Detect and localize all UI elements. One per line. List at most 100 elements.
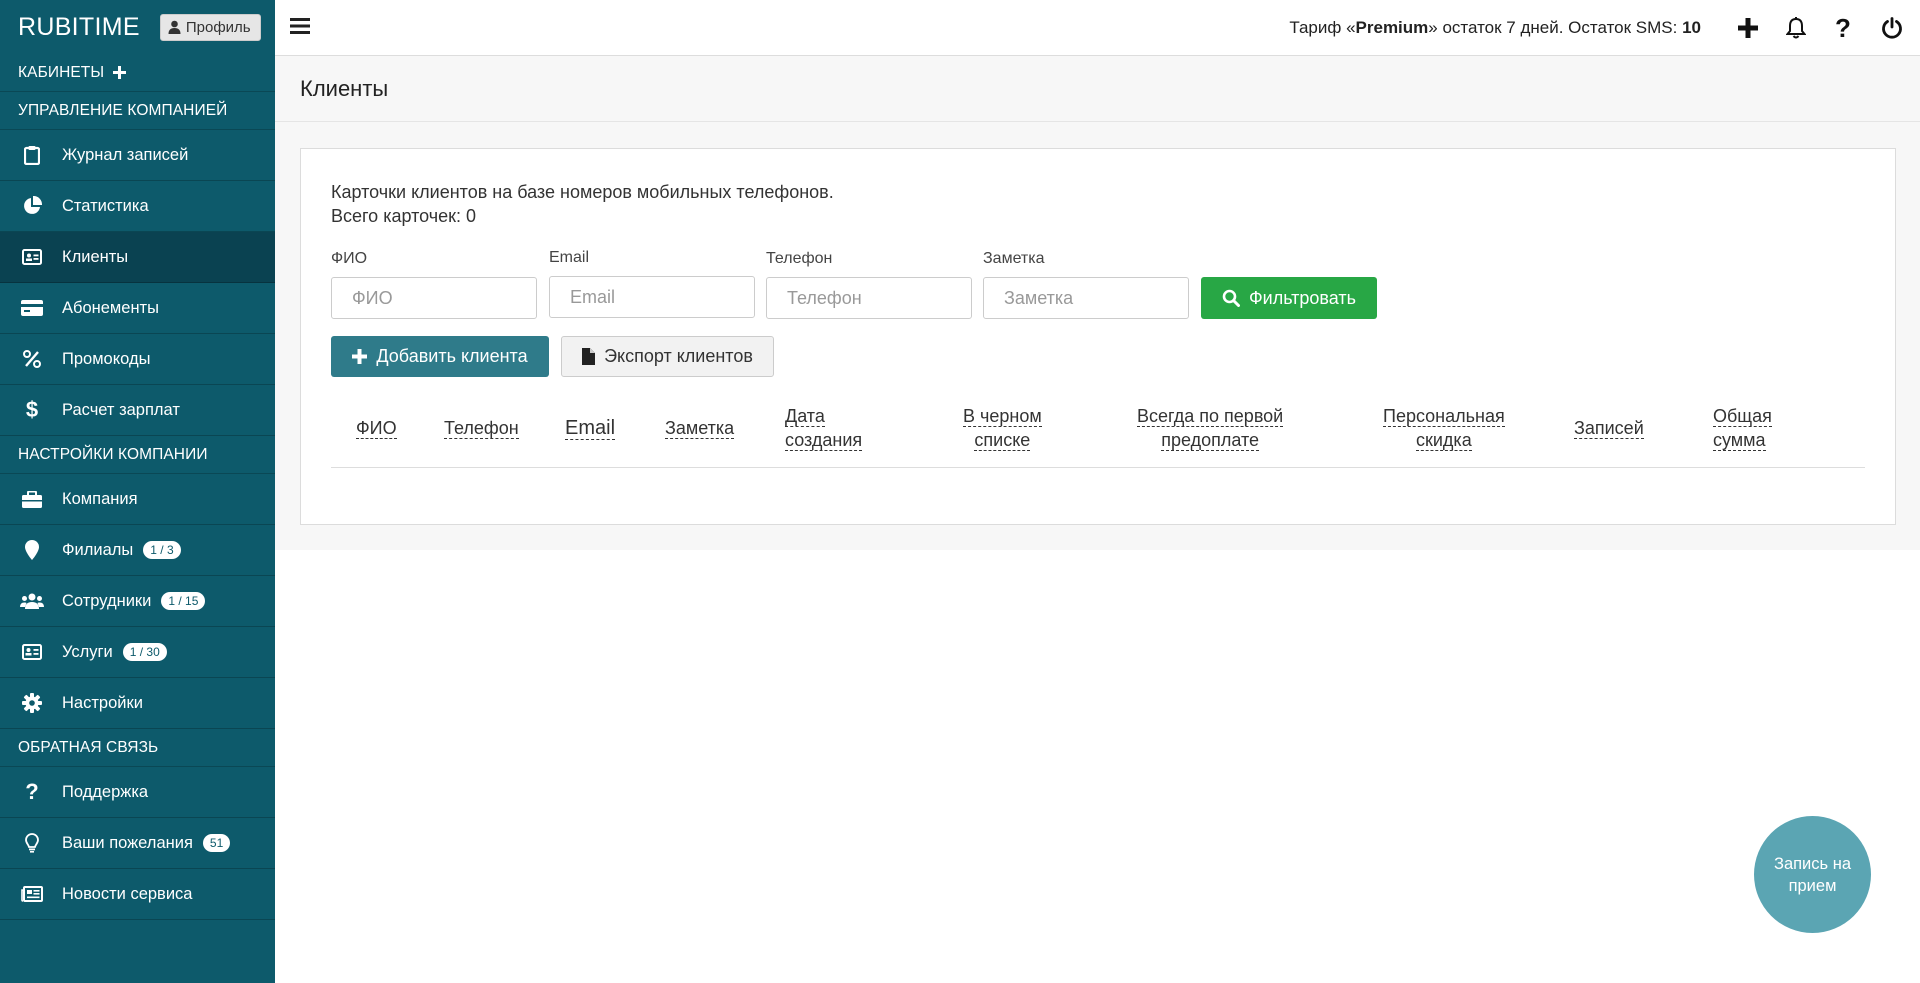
tariff-suffix: » остаток 7 дней. Остаток SMS: [1428,18,1683,37]
sidebar-item-label: Расчет зарплат [62,400,180,419]
services-count-badge: 1 / 30 [122,643,167,661]
section-feedback-label: ОБРАТНАЯ СВЯЗЬ [18,738,159,756]
page-title: Клиенты [300,76,389,101]
percent-icon [20,347,44,371]
note-input[interactable] [983,277,1189,319]
clients-description: Карточки клиентов на базе номеров мобиль… [331,180,834,228]
sidebar-item-support[interactable]: ? Поддержка [0,767,275,818]
column-header-created[interactable]: Дата создания [785,404,863,452]
new-appointment-button[interactable]: Запись на прием [1754,816,1871,933]
help-question-icon[interactable]: ? [1830,13,1856,43]
sidebar-item-company[interactable]: Компания [0,474,275,525]
sidebar-item-services[interactable]: Услуги 1 / 30 [0,627,275,678]
dollar-icon: $ [25,397,39,422]
sidebar-item-label: Компания [62,489,138,508]
sidebar-item-subscriptions[interactable]: Абонементы [0,283,275,334]
brand-logo[interactable]: RUBITIME [18,13,140,42]
sidebar-item-label: Ваши пожелания [62,833,193,852]
sidebar-item-label: Абонементы [62,298,159,317]
fio-input[interactable] [331,277,537,319]
column-header-records[interactable]: Записей [1574,416,1644,440]
sidebar-item-promocodes[interactable]: Промокоды [0,334,275,385]
bell-icon[interactable] [1783,15,1809,41]
id-card-icon [20,245,44,269]
newspaper-icon [20,882,44,906]
section-cabinets: КАБИНЕТЫ [0,54,275,92]
sidebar-item-label: Промокоды [62,349,151,368]
sidebar-item-journal[interactable]: Журнал записей [0,130,275,181]
sidebar-item-stats[interactable]: Статистика [0,181,275,232]
sidebar-item-label: Поддержка [62,782,149,801]
section-management-label: УПРАВЛЕНИЕ КОМПАНИЕЙ [18,101,228,119]
phone-input[interactable] [766,277,972,319]
column-header-total[interactable]: Общая сумма [1713,404,1772,452]
sidebar-item-label: Новости сервиса [62,884,193,903]
lightbulb-icon [20,831,44,855]
column-header-blacklist[interactable]: В черном списке [963,404,1042,452]
section-management: УПРАВЛЕНИЕ КОМПАНИЕЙ [0,92,275,130]
section-settings: НАСТРОЙКИ КОМПАНИИ [0,436,275,474]
sidebar-item-label: Сотрудники [62,591,152,610]
sms-count: 10 [1682,18,1701,37]
sidebar-item-settings[interactable]: Настройки [0,678,275,729]
filter-button[interactable]: Фильтровать [1201,277,1377,319]
column-header-email[interactable]: Email [565,416,616,440]
email-label: Email [549,249,590,266]
add-cabinet-icon[interactable] [113,66,127,79]
column-header-note[interactable]: Заметка [665,416,735,440]
fab-label-line1: Запись на [1773,854,1851,873]
users-icon [20,589,44,613]
brand-row: RUBITIME Профиль [0,0,275,54]
branches-count-badge: 1 / 3 [143,541,181,559]
profile-button[interactable]: Профиль [159,13,261,41]
top-bar: Тариф «Premium» остаток 7 дней. Остаток … [275,0,1920,56]
cards-count: Всего карточек: 0 [331,206,477,226]
page-header: Клиенты [275,56,1920,122]
power-icon[interactable] [1879,15,1905,41]
hamburger-icon[interactable] [289,16,311,41]
note-label: Заметка [983,250,1045,267]
sidebar: RUBITIME Профиль КАБИНЕТЫ УПРАВЛЕНИЕ КОМ… [0,0,275,983]
question-icon: ? [25,779,39,804]
clipboard-icon [20,143,44,167]
export-clients-label: Экспорт клиентов [604,346,753,366]
filter-button-label: Фильтровать [1248,287,1357,308]
export-clients-button[interactable]: Экспорт клиентов [561,336,774,377]
profile-label: Профиль [185,18,251,36]
email-input[interactable] [549,276,755,318]
sidebar-item-branches[interactable]: Филиалы 1 / 3 [0,525,275,576]
search-icon [1222,289,1240,307]
file-icon [582,348,596,365]
wishes-count-badge: 51 [202,834,231,852]
sidebar-item-label: Настройки [62,693,143,712]
sidebar-item-label: Услуги [62,642,113,661]
map-marker-icon [20,538,44,562]
tariff-prefix: Тариф « [1289,18,1356,37]
fio-label: ФИО [331,250,368,267]
add-client-label: Добавить клиента [376,346,528,366]
sidebar-item-clients[interactable]: Клиенты [0,232,275,283]
tariff-info: Тариф «Premium» остаток 7 дней. Остаток … [1289,18,1701,38]
phone-label: Телефон [766,250,833,267]
plus-icon[interactable] [1735,15,1761,41]
gear-icon [20,691,44,715]
section-feedback: ОБРАТНАЯ СВЯЗЬ [0,729,275,767]
column-header-discount[interactable]: Персональная скидка [1383,404,1505,452]
pie-chart-icon [20,194,44,218]
credit-card-icon [20,296,44,320]
sidebar-item-label: Филиалы [62,540,134,559]
plus-icon [352,349,368,364]
fab-label-line2: прием [1788,876,1837,895]
column-header-fio[interactable]: ФИО [356,416,397,440]
column-header-phone[interactable]: Телефон [444,416,519,440]
sidebar-item-news[interactable]: Новости сервиса [0,869,275,920]
sidebar-item-label: Клиенты [62,247,129,266]
sidebar-item-staff[interactable]: Сотрудники 1 / 15 [0,576,275,627]
description-line: Карточки клиентов на базе номеров мобиль… [331,182,834,202]
sidebar-item-salary[interactable]: $ Расчет зарплат [0,385,275,436]
column-header-prepay[interactable]: Всегда по первой предоплате [1137,404,1284,452]
add-client-button[interactable]: Добавить клиента [331,336,549,377]
table-header-divider [331,467,1865,468]
user-icon [168,20,181,34]
sidebar-item-wishes[interactable]: Ваши пожелания 51 [0,818,275,869]
